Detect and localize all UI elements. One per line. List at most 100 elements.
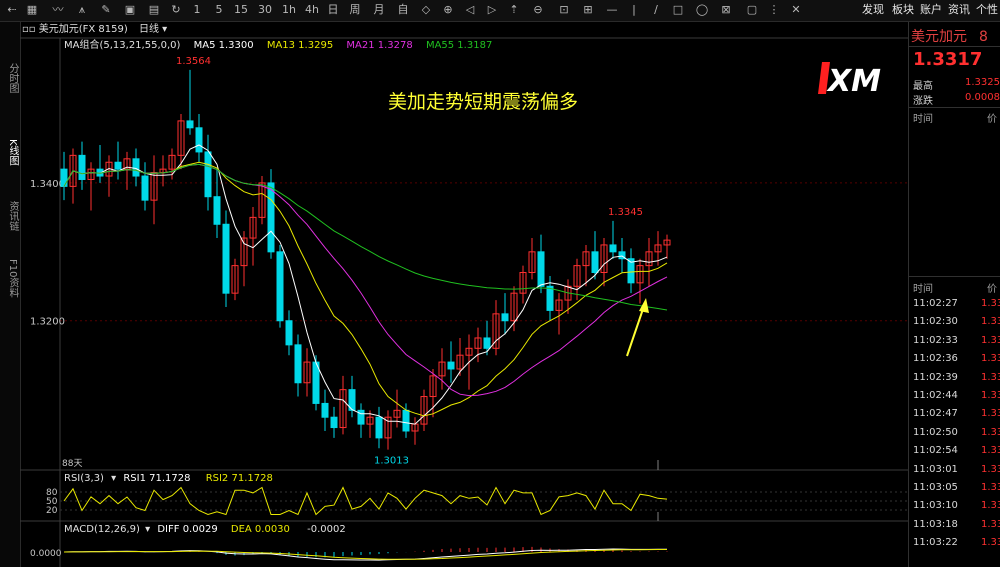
- candle-body: [186, 120, 194, 129]
- trade-price: 1.331: [981, 445, 1000, 457]
- candle-body: [195, 127, 203, 153]
- menu-account[interactable]: 账户: [920, 2, 942, 18]
- time-header: 时间: [913, 284, 933, 295]
- candle-body: [483, 337, 491, 349]
- candle-body: [276, 251, 284, 322]
- trade-price: 1.331: [981, 390, 1000, 401]
- trade-price: 1.331: [981, 463, 1000, 475]
- candle-body: [213, 196, 221, 225]
- price-header-top: 价: [987, 114, 997, 125]
- ma55-label: MA55 1.3187: [425, 40, 493, 51]
- bar-count-label: 88天: [62, 459, 82, 469]
- trade-time: 11:02:30: [913, 316, 958, 328]
- trade-price: 1.331: [981, 334, 1000, 346]
- high-value: 1.3325: [965, 77, 1000, 88]
- quote-symbol-name: 美元加元 8: [911, 26, 988, 46]
- trade-price: 1.331: [981, 353, 1000, 365]
- trade-time: 11:02:54: [913, 445, 958, 457]
- trade-price: 1.331: [981, 537, 1000, 549]
- trade-time: 11:03:22: [913, 537, 958, 549]
- candle-body: [537, 251, 545, 287]
- y-tick-label: 1.3400: [30, 179, 65, 190]
- price-annotation: 1.3345: [608, 207, 643, 218]
- candle-body: [132, 158, 140, 177]
- rsi-tick-label: 20: [46, 506, 58, 516]
- trade-time: 11:02:27: [913, 298, 958, 309]
- candle-body: [285, 320, 293, 346]
- ma-group-label: MA组合(5,13,21,55,0,0): [64, 40, 181, 51]
- trade-time: 11:02:36: [913, 353, 958, 365]
- quote-price: 1.3317: [913, 49, 983, 70]
- trade-price: 1.331: [981, 500, 1000, 512]
- divider: [909, 276, 1000, 277]
- trade-price: 1.331: [981, 316, 1000, 328]
- macd-name: MACD(12,26,9): [64, 524, 140, 535]
- rsi-dropdown-icon[interactable]: ▾: [111, 473, 116, 484]
- ma-legend: MA组合(5,13,21,55,0,0) MA5 1.3300 MA13 1.3…: [64, 40, 502, 52]
- trade-time: 11:03:10: [913, 500, 958, 512]
- change-label: 涨跌: [913, 96, 933, 107]
- candle-body: [402, 409, 410, 432]
- trade-price: 1.331: [981, 298, 1000, 309]
- candle-body: [294, 344, 302, 384]
- rsi1-label: RSI1 71.1728: [123, 473, 191, 484]
- candle-body: [60, 168, 68, 187]
- candle-body: [78, 154, 86, 180]
- macd-dropdown-icon[interactable]: ▾: [145, 524, 150, 535]
- trade-price: 1.331: [981, 482, 1000, 493]
- trade-time: 11:02:44: [913, 390, 958, 401]
- candle-body: [267, 182, 275, 253]
- dea-label: DEA 0.0030: [230, 524, 290, 535]
- price-annotation: 1.3013: [374, 456, 409, 467]
- candle-body: [609, 244, 617, 253]
- trade-price: 1.331: [981, 371, 1000, 383]
- high-label: 最高: [913, 81, 933, 92]
- candle-body: [501, 313, 509, 322]
- menu-personal[interactable]: 个性: [976, 2, 998, 18]
- candle-body: [222, 223, 230, 294]
- candle-body: [546, 285, 554, 311]
- candle-body: [321, 402, 329, 418]
- trade-price: 1.331: [981, 408, 1000, 420]
- commentary-text: 美加走势短期震荡偏多: [388, 91, 578, 113]
- trade-price: 1.331: [981, 518, 1000, 530]
- rsi-name: RSI(3,3): [64, 473, 104, 484]
- candle-body: [114, 161, 122, 170]
- quote-panel: 美元加元 8 1.3317 最高 1.3325 涨跌 0.0008 时间 价 时间…: [908, 22, 1000, 567]
- trade-price: 1.331: [981, 426, 1000, 438]
- macd-tick-label: 0.0000: [30, 549, 62, 559]
- candle-body: [141, 175, 149, 201]
- trade-time: 11:03:18: [913, 518, 958, 530]
- logo-text: XM: [826, 64, 881, 99]
- macd-legend: MACD(12,26,9) ▾ DIFF 0.0029 DEA 0.0030 -…: [64, 524, 346, 536]
- dea-line: [63, 549, 667, 560]
- ma13-label: MA13 1.3295: [266, 40, 334, 51]
- candle-body: [591, 251, 599, 274]
- trade-time: 11:02:50: [913, 426, 958, 438]
- diff-label: DIFF 0.0029: [157, 524, 218, 535]
- divider: [909, 46, 1000, 47]
- trade-time: 11:03:05: [913, 482, 958, 493]
- change-value: 0.0008: [965, 92, 1000, 103]
- time-header-top: 时间: [913, 114, 933, 125]
- y-tick-label: 1.3200: [30, 317, 65, 328]
- candle-body: [330, 416, 338, 429]
- quote-name-suffix: 8: [979, 29, 988, 45]
- trade-time: 11:03:01: [913, 463, 958, 475]
- candle-body: [204, 151, 212, 198]
- trade-time: 11:02:47: [913, 408, 958, 420]
- quote-name-text: 美元加元: [911, 29, 967, 45]
- trade-time: 11:02:39: [913, 371, 958, 383]
- candle-body: [375, 416, 383, 439]
- menu-news[interactable]: 资讯: [948, 2, 970, 18]
- candle-body: [447, 361, 455, 370]
- macd-value: -0.0002: [307, 524, 346, 535]
- ma21-label: MA21 1.3278: [346, 40, 413, 51]
- rsi2-label: RSI2 71.1728: [205, 473, 273, 484]
- trade-time: 11:02:33: [913, 334, 958, 346]
- price-header: 价: [987, 284, 997, 295]
- ma5-label: MA5 1.3300: [193, 40, 254, 51]
- arrow-shaft: [626, 305, 645, 357]
- divider: [909, 107, 1000, 108]
- price-annotation: 1.3564: [176, 56, 211, 67]
